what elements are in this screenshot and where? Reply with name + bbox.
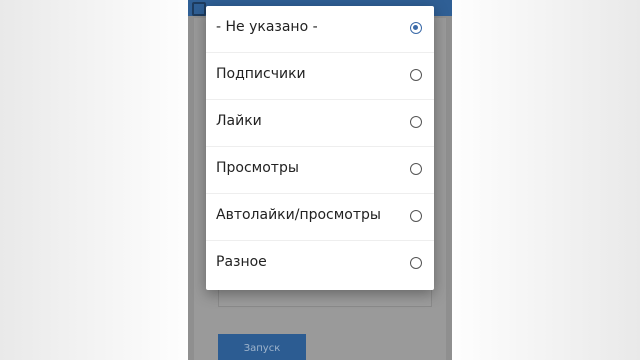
radio-icon[interactable] — [410, 257, 422, 269]
option-label: Подписчики — [216, 66, 306, 82]
option-autolikes-views[interactable]: Автолайки/просмотры — [206, 194, 434, 241]
option-label: Автолайки/просмотры — [216, 207, 381, 223]
category-select-dialog: - Не указано - Подписчики Лайки Просмотр… — [206, 6, 434, 290]
option-misc[interactable]: Разное — [206, 241, 434, 288]
option-label: Разное — [216, 254, 267, 270]
option-likes[interactable]: Лайки — [206, 100, 434, 147]
radio-icon[interactable] — [410, 116, 422, 128]
option-label: - Не указано - — [216, 19, 318, 35]
radio-icon[interactable] — [410, 69, 422, 81]
background-left — [0, 0, 200, 360]
option-label: Лайки — [216, 113, 262, 129]
radio-icon[interactable] — [410, 210, 422, 222]
option-label: Просмотры — [216, 160, 299, 176]
radio-icon[interactable] — [410, 163, 422, 175]
background-right — [440, 0, 640, 360]
option-subscribers[interactable]: Подписчики — [206, 53, 434, 100]
menu-icon — [192, 2, 206, 16]
option-not-specified[interactable]: - Не указано - — [206, 6, 434, 53]
option-views[interactable]: Просмотры — [206, 147, 434, 194]
radio-selected-icon[interactable] — [410, 22, 422, 34]
run-button: Запуск — [218, 334, 306, 360]
